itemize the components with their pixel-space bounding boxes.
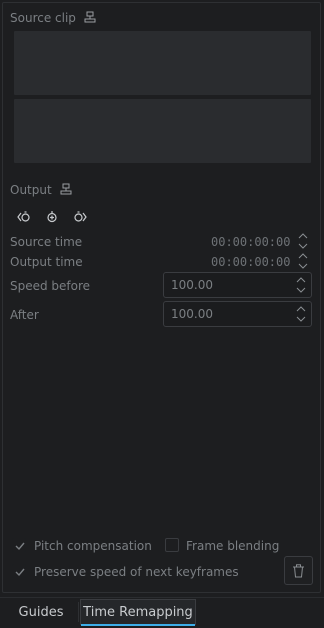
speed-after-value: 100.00 (171, 307, 213, 321)
speed-after-label: After (10, 308, 39, 322)
link-icon[interactable] (60, 183, 72, 195)
tab-separator (78, 602, 79, 622)
output-time-stepper-icon[interactable] (298, 251, 308, 271)
tab-guides[interactable]: Guides (6, 599, 76, 625)
speed-before-spinbox[interactable]: 100.00 (163, 272, 312, 298)
output-time-label: Output time (10, 255, 83, 269)
speed-before-label: Speed before (10, 279, 91, 293)
tab-time-remapping[interactable]: Time Remapping (80, 599, 196, 626)
speed-before-value: 100.00 (171, 278, 213, 292)
frame-blending-label: Frame blending (186, 539, 280, 553)
speed-after-spinbox[interactable]: 100.00 (163, 301, 312, 327)
output-time-value[interactable]: 00:00:00:00 (211, 255, 290, 269)
add-keyframe-icon[interactable] (45, 210, 59, 224)
checkmark-icon (15, 568, 25, 577)
tab-label: Time Remapping (83, 605, 193, 620)
next-keyframe-icon[interactable] (73, 210, 87, 224)
dock-tab-bar: Guides Time Remapping (0, 597, 324, 628)
output-clip-thumbnail[interactable] (14, 99, 311, 163)
previous-keyframe-icon[interactable] (17, 210, 31, 224)
source-clip-label: Source clip (10, 11, 76, 25)
source-time-stepper-icon[interactable] (298, 231, 308, 251)
preserve-speed-checkbox[interactable] (12, 564, 26, 578)
tab-label: Guides (18, 604, 64, 620)
source-time-label: Source time (10, 235, 83, 249)
source-time-value[interactable]: 00:00:00:00 (211, 235, 290, 249)
source-clip-thumbnail[interactable] (14, 31, 311, 95)
checkmark-icon (15, 542, 25, 551)
trash-icon (293, 564, 304, 578)
delete-keyframe-button[interactable] (284, 556, 313, 585)
preserve-speed-label: Preserve speed of next keyframes (34, 565, 239, 579)
output-label: Output (10, 183, 52, 197)
link-icon[interactable] (84, 11, 96, 23)
spin-arrows-icon[interactable] (295, 304, 307, 324)
pitch-compensation-label: Pitch compensation (34, 539, 152, 553)
spin-arrows-icon[interactable] (295, 275, 307, 295)
pitch-compensation-checkbox[interactable] (12, 538, 26, 552)
frame-blending-checkbox[interactable] (165, 538, 179, 552)
